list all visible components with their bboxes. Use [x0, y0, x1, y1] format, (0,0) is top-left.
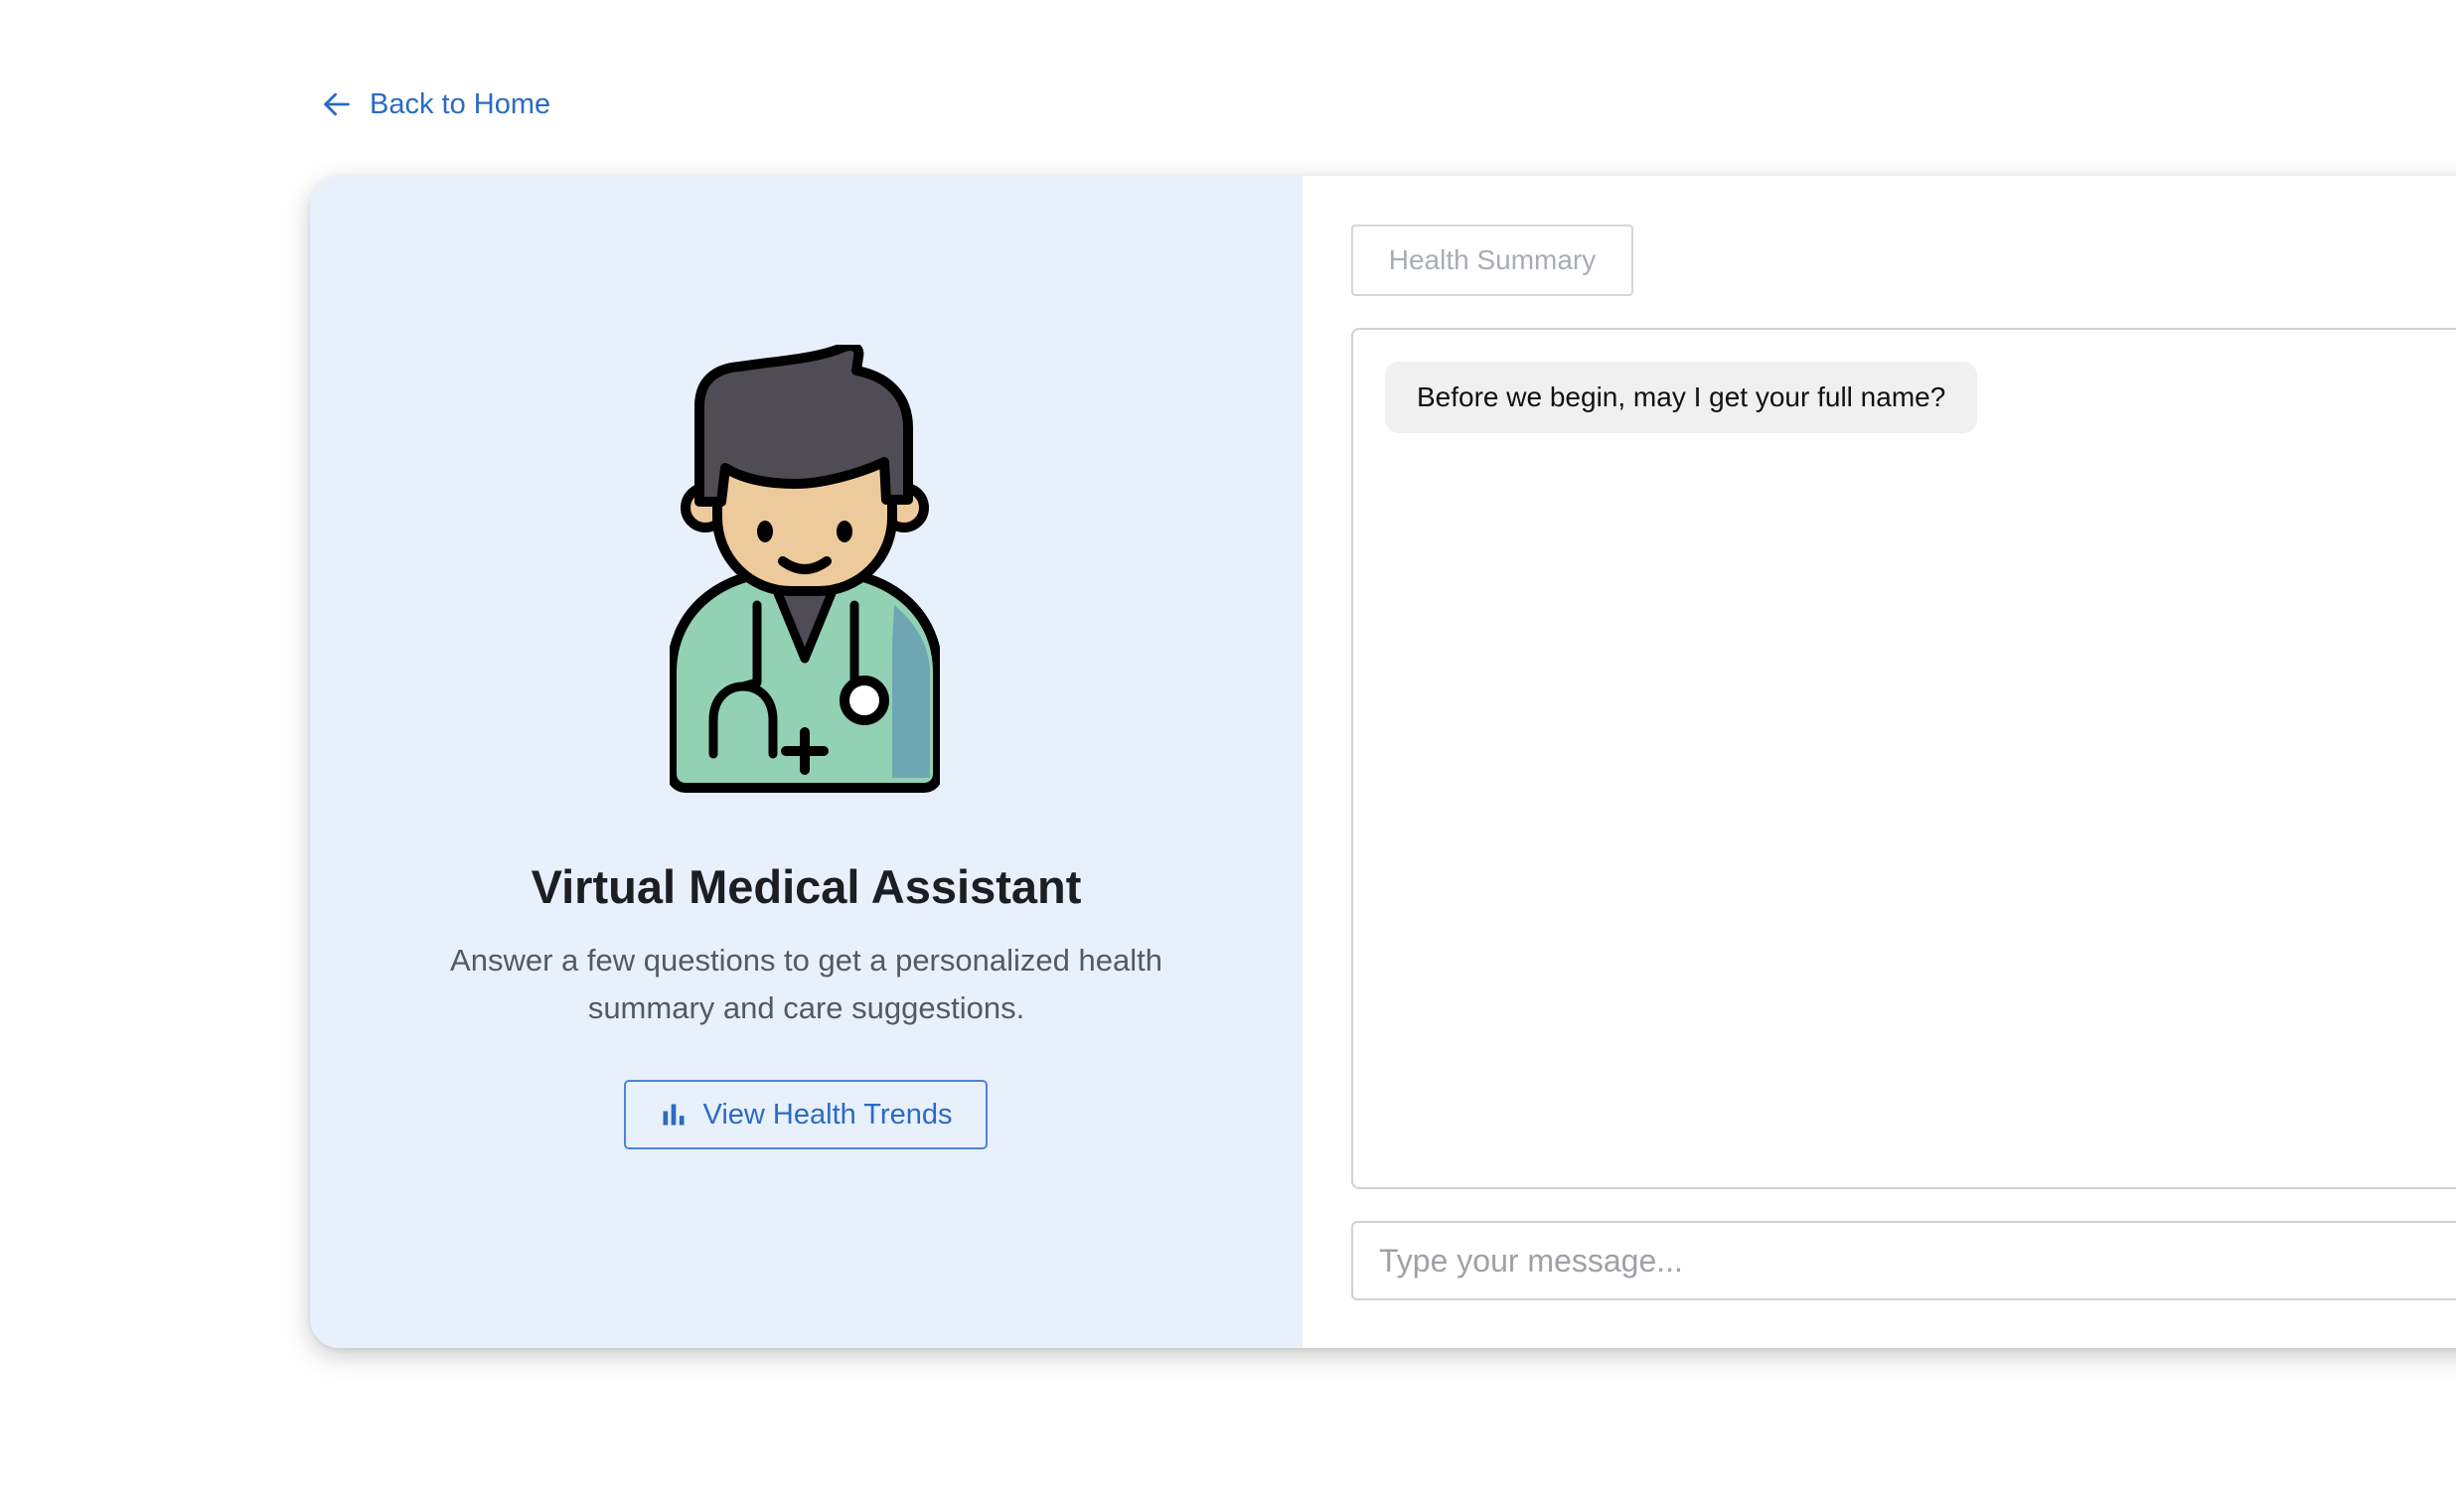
assistant-subtitle: Answer a few questions to get a personal… [450, 943, 1162, 1025]
arrow-left-icon [320, 87, 354, 121]
back-link-label: Back to Home [370, 87, 551, 120]
message-input[interactable] [1351, 1221, 2456, 1300]
chat-messages-area[interactable]: Before we begin, may I get your full nam… [1351, 328, 2456, 1189]
assistant-title: Virtual Medical Assistant [531, 860, 1082, 913]
bar-chart-icon [660, 1101, 688, 1129]
back-to-home-link[interactable]: Back to Home [320, 87, 550, 121]
view-health-trends-button[interactable]: View Health Trends [624, 1080, 988, 1149]
chat-panel: Health Summary Before we begin, may I ge… [1303, 176, 2456, 1348]
assistant-intro-panel: Virtual Medical Assistant Answer a few q… [310, 176, 1303, 1348]
assistant-message-bubble: Before we begin, may I get your full nam… [1385, 362, 1978, 433]
health-summary-button[interactable]: Health Summary [1351, 225, 1633, 296]
trends-button-label: View Health Trends [702, 1098, 953, 1131]
doctor-avatar-icon [670, 345, 940, 802]
assistant-card: Virtual Medical Assistant Answer a few q… [310, 176, 2456, 1348]
